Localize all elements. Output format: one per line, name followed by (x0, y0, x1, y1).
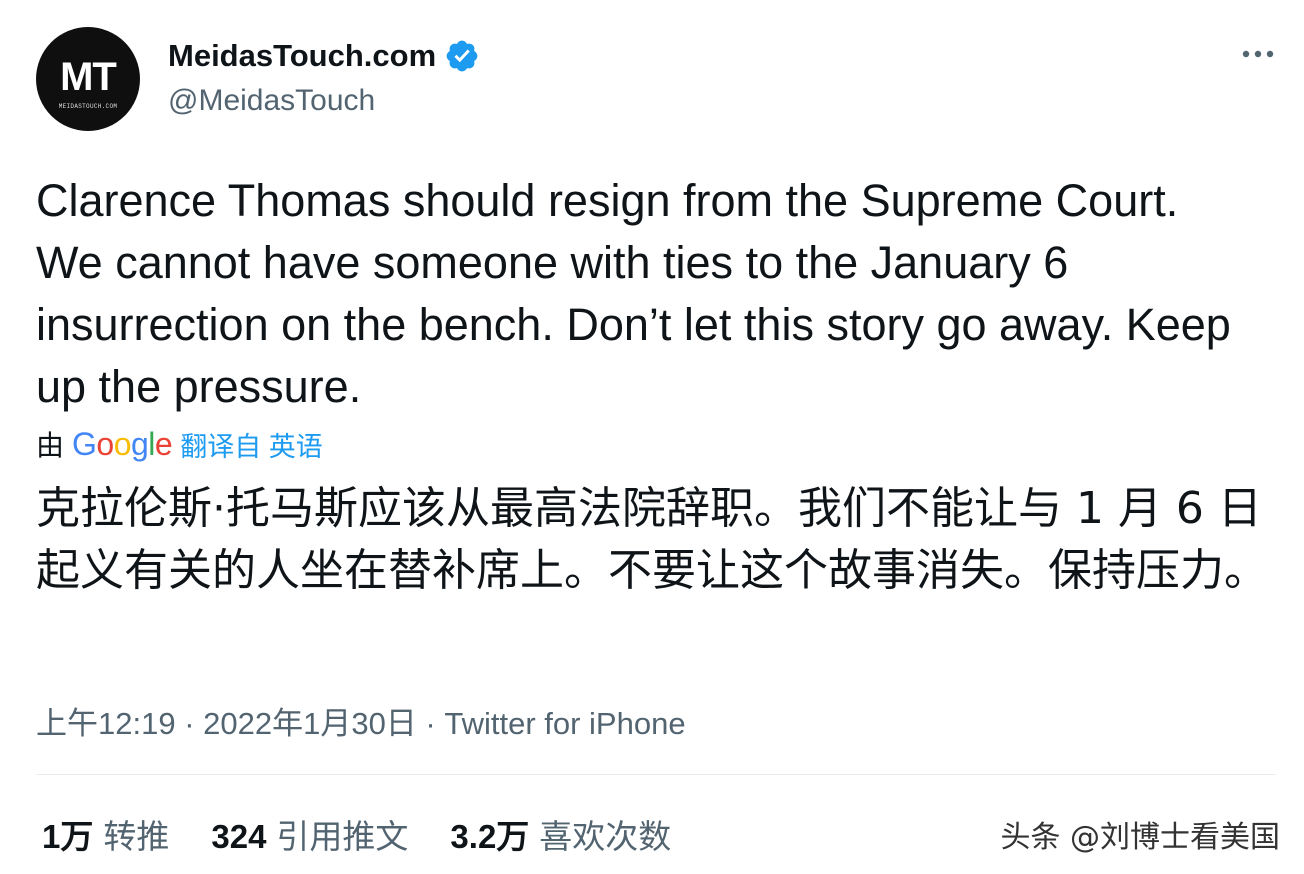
stat-number: 3.2万 (450, 818, 530, 855)
stat-quote-tweets[interactable]: 324 引用推文 (211, 810, 408, 858)
google-logo: Google (72, 425, 173, 462)
stat-label: 引用推文 (276, 818, 409, 855)
divider (36, 774, 1276, 775)
stat-label: 转推 (103, 818, 170, 855)
avatar-monogram: MT (60, 55, 117, 99)
watermark: 头条 @刘博士看美国 (1000, 820, 1280, 855)
author-name-row: MeidasTouch.com (168, 38, 480, 74)
avatar-subtext: MEIDASTOUCH.COM (58, 103, 118, 110)
stat-likes[interactable]: 3.2万 喜欢次数 (450, 810, 671, 858)
stat-label: 喜欢次数 (539, 818, 672, 855)
tweet-text: Clarence Thomas should resign from the S… (36, 175, 1231, 412)
translation-source-link[interactable]: 翻译自 英语 (180, 425, 323, 464)
tweet-timestamp[interactable]: 上午12:19 · 2022年1月30日 · Twitter for iPhon… (36, 698, 686, 743)
engagement-stats: 1万 转推 324 引用推文 3.2万 喜欢次数 (42, 810, 671, 858)
translation-by-label: 由 (36, 430, 65, 461)
stat-number: 1万 (42, 818, 94, 855)
translation-attribution: 由 Google 翻译自 英语 (36, 422, 323, 466)
stat-retweets[interactable]: 1万 转推 (42, 810, 169, 858)
more-options-icon[interactable] (1238, 40, 1278, 68)
verified-badge-icon (444, 38, 480, 74)
translated-text: 克拉伦斯·托马斯应该从最高法院辞职。我们不能让与 1 月 6 日起义有关的人坐在… (36, 483, 1268, 596)
avatar[interactable]: MT MEIDASTOUCH.COM (36, 27, 140, 131)
display-name[interactable]: MeidasTouch.com (168, 38, 436, 74)
author-handle[interactable]: @MeidasTouch (168, 84, 375, 118)
stat-number: 324 (211, 818, 267, 855)
